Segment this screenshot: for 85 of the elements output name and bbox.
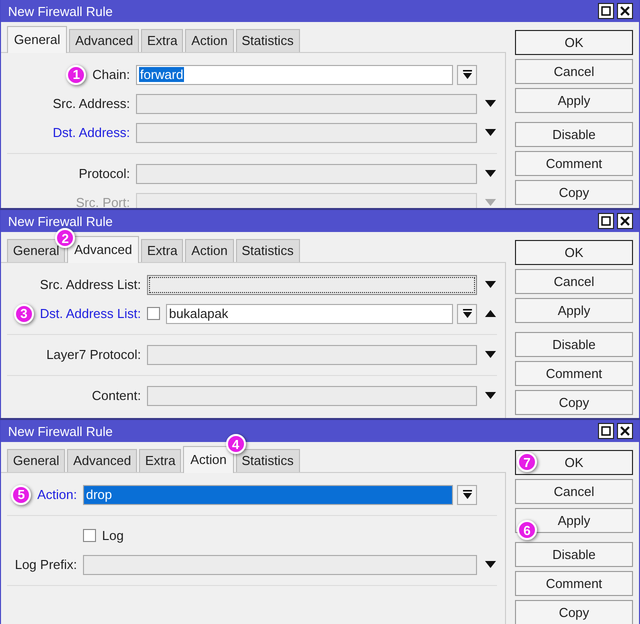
dropdown-button[interactable]	[457, 304, 477, 324]
step-badge: 6	[517, 520, 537, 540]
dropdown-arrow-icon[interactable]	[485, 129, 496, 136]
checkbox[interactable]	[83, 529, 96, 542]
dropdown-icon	[462, 490, 472, 499]
tab[interactable]: Advanced	[67, 449, 138, 472]
dialog-button[interactable]: Copy	[515, 390, 633, 415]
tab[interactable]: Action	[185, 29, 234, 52]
dialog-button[interactable]: Copy	[515, 600, 633, 624]
step-badge: 3	[14, 304, 34, 324]
tab[interactable]: Statistics	[236, 29, 300, 52]
step-badge: 5	[11, 484, 32, 504]
dropdown-button[interactable]	[457, 64, 477, 84]
tab[interactable]: General	[7, 26, 68, 53]
input-field[interactable]	[147, 344, 477, 364]
field-label: Chain:	[92, 67, 130, 82]
input-field[interactable]	[147, 386, 477, 406]
field-value: bukalapak	[169, 306, 228, 321]
dialog-button[interactable]: Comment	[515, 571, 633, 596]
dropdown-arrow-icon[interactable]	[485, 170, 496, 177]
input-field[interactable]: bukalapak	[166, 304, 453, 324]
maximize-icon[interactable]	[598, 3, 614, 19]
dialog-button[interactable]: Disable	[515, 542, 633, 567]
dropdown-arrow-icon[interactable]	[485, 281, 496, 288]
close-icon[interactable]	[617, 213, 633, 229]
input-field[interactable]	[83, 554, 477, 574]
window-title: New Firewall Rule	[8, 214, 114, 228]
input-field[interactable]: drop	[83, 484, 453, 504]
field-value: drop	[86, 487, 112, 502]
dialog-button[interactable]: Comment	[515, 361, 633, 386]
field-label: Dst. Address List:	[40, 306, 141, 321]
dialog-button[interactable]: Disable	[515, 332, 633, 357]
dialog-button[interactable]: Apply	[515, 298, 633, 323]
field-label: Src. Address List:	[40, 277, 141, 292]
dropdown-arrow-icon[interactable]	[485, 100, 496, 107]
window-title: New Firewall Rule	[8, 4, 114, 18]
input-field[interactable]	[136, 122, 477, 142]
input-field[interactable]	[136, 164, 477, 184]
tab[interactable]: Extra	[141, 29, 184, 52]
dropdown-icon	[462, 309, 472, 318]
field-label: Dst. Address:	[52, 125, 130, 140]
tab[interactable]: Extra	[141, 239, 184, 262]
input-field[interactable]	[136, 94, 477, 114]
field-label: Log Prefix:	[14, 557, 77, 572]
dropdown-button[interactable]	[457, 484, 477, 504]
dialog-button[interactable]: Apply	[515, 88, 633, 113]
close-icon[interactable]	[617, 423, 633, 439]
dialog-button[interactable]: Cancel	[515, 479, 633, 504]
field-label: Action:	[37, 487, 77, 502]
input-field[interactable]: forward	[136, 64, 453, 84]
maximize-icon[interactable]	[598, 213, 614, 229]
dialog-button[interactable]: Cancel	[515, 59, 633, 84]
window-title: New Firewall Rule	[8, 424, 114, 438]
dialog-button[interactable]: OK	[515, 240, 633, 265]
field-label: Content:	[92, 388, 141, 403]
dialog-button[interactable]: Cancel	[515, 269, 633, 294]
dialog-button[interactable]: Copy	[515, 180, 633, 205]
tab[interactable]: Statistics	[236, 239, 300, 262]
negate-checkbox[interactable]	[147, 307, 160, 320]
dialog-button[interactable]: OK	[515, 30, 633, 55]
tab[interactable]: Extra	[139, 449, 182, 472]
tab[interactable]: Action	[183, 446, 234, 473]
field-label: Log	[102, 528, 124, 543]
tab[interactable]: General	[7, 449, 66, 472]
dropdown-arrow-icon[interactable]	[485, 351, 496, 358]
tab[interactable]: Statistics	[236, 449, 300, 472]
tab[interactable]: Advanced	[67, 236, 140, 263]
field-label: Src. Address:	[52, 96, 130, 111]
up-arrow-icon[interactable]	[485, 310, 496, 317]
field-label: Protocol:	[78, 166, 130, 181]
dropdown-arrow-icon[interactable]	[485, 392, 496, 399]
close-icon[interactable]	[617, 3, 633, 19]
field-label: Layer7 Protocol:	[46, 347, 141, 362]
input-field[interactable]	[136, 192, 477, 208]
tab[interactable]: Action	[185, 239, 234, 262]
dialog-button[interactable]: Disable	[515, 122, 633, 147]
dialog-button[interactable]: Comment	[515, 151, 633, 176]
dropdown-icon	[462, 70, 472, 79]
field-label: Src. Port:	[76, 195, 130, 208]
tab[interactable]: Advanced	[69, 29, 140, 52]
dropdown-arrow-icon[interactable]	[485, 561, 496, 568]
maximize-icon[interactable]	[598, 423, 614, 439]
field-value: forward	[139, 67, 184, 82]
input-field[interactable]	[147, 274, 477, 294]
step-badge: 1	[66, 64, 86, 84]
